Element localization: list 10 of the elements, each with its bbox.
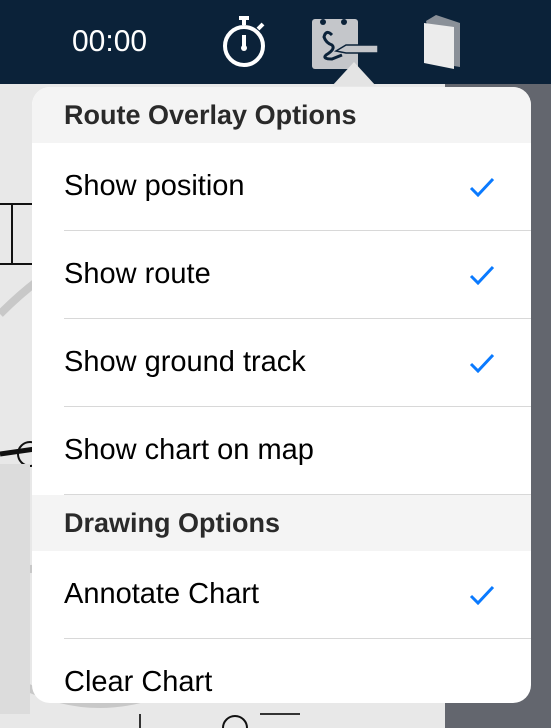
stopwatch-icon[interactable] — [220, 15, 268, 69]
timer-text: 00:00 — [72, 25, 148, 59]
section-header: Drawing Options — [32, 495, 531, 551]
book-icon[interactable] — [422, 15, 462, 69]
menu-item[interactable]: Annotate Chart — [64, 551, 531, 639]
menu-item[interactable]: Clear Chart — [64, 639, 531, 703]
section-header: Route Overlay Options — [32, 87, 531, 143]
menu-item[interactable]: Show route — [64, 231, 531, 319]
menu-item[interactable]: Show ground track — [64, 319, 531, 407]
menu-item[interactable]: Show position — [64, 143, 531, 231]
